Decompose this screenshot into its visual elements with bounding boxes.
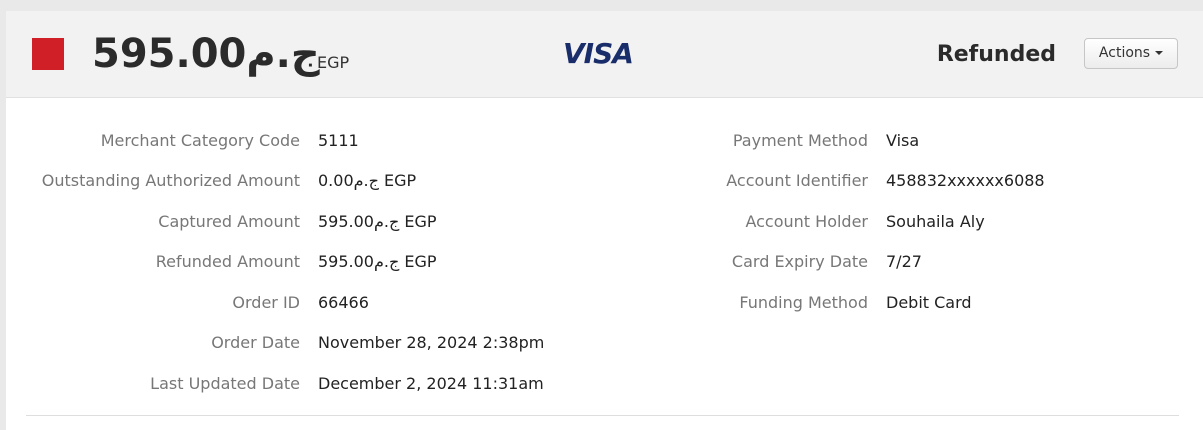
field-value: Souhaila Aly	[886, 212, 985, 231]
caret-down-icon	[1155, 51, 1164, 55]
field-label: Outstanding Authorized Amount	[41, 171, 300, 190]
field-value: 458832xxxxxx6088	[886, 171, 1045, 190]
field-label: Funding Method	[739, 293, 868, 312]
transaction-amount: 595.00ج.م	[92, 31, 320, 77]
field-label: Order ID	[232, 293, 300, 312]
field-label: Account Identifier	[726, 171, 868, 190]
visa-logo-icon: VISA	[563, 37, 634, 70]
field-value: December 2, 2024 11:31am	[318, 374, 544, 393]
field-value: 595.00ج.م EGP	[318, 252, 437, 271]
field-value: 5111	[318, 131, 359, 150]
transaction-header: 595.00ج.م EGP VISA Refunded Actions	[6, 11, 1203, 98]
field-value: 595.00ج.م EGP	[318, 212, 437, 231]
field-label: Refunded Amount	[155, 252, 300, 271]
transaction-status: Refunded	[936, 42, 1056, 67]
field-label: Account Holder	[745, 212, 868, 231]
field-value: 0.00ج.م EGP	[318, 171, 417, 190]
field-label: Merchant Category Code	[100, 131, 300, 150]
field-label: Card Expiry Date	[731, 252, 868, 271]
field-label: Captured Amount	[158, 212, 300, 231]
field-value: Debit Card	[886, 293, 972, 312]
field-label: Payment Method	[732, 131, 868, 150]
field-value: 66466	[318, 293, 369, 312]
field-label: Last Updated Date	[150, 374, 300, 393]
actions-button-label: Actions	[1098, 45, 1151, 61]
section-divider	[26, 415, 1179, 416]
currency-code: EGP	[317, 53, 350, 72]
actions-dropdown-button[interactable]: Actions	[1084, 38, 1178, 69]
status-indicator	[32, 38, 64, 70]
field-value: 7/27	[886, 252, 922, 271]
transaction-panel: 595.00ج.م EGP VISA Refunded Actions Merc…	[6, 11, 1203, 430]
field-value: Visa	[886, 131, 920, 150]
field-value: November 28, 2024 2:38pm	[318, 333, 545, 352]
field-label: Order Date	[211, 333, 300, 352]
